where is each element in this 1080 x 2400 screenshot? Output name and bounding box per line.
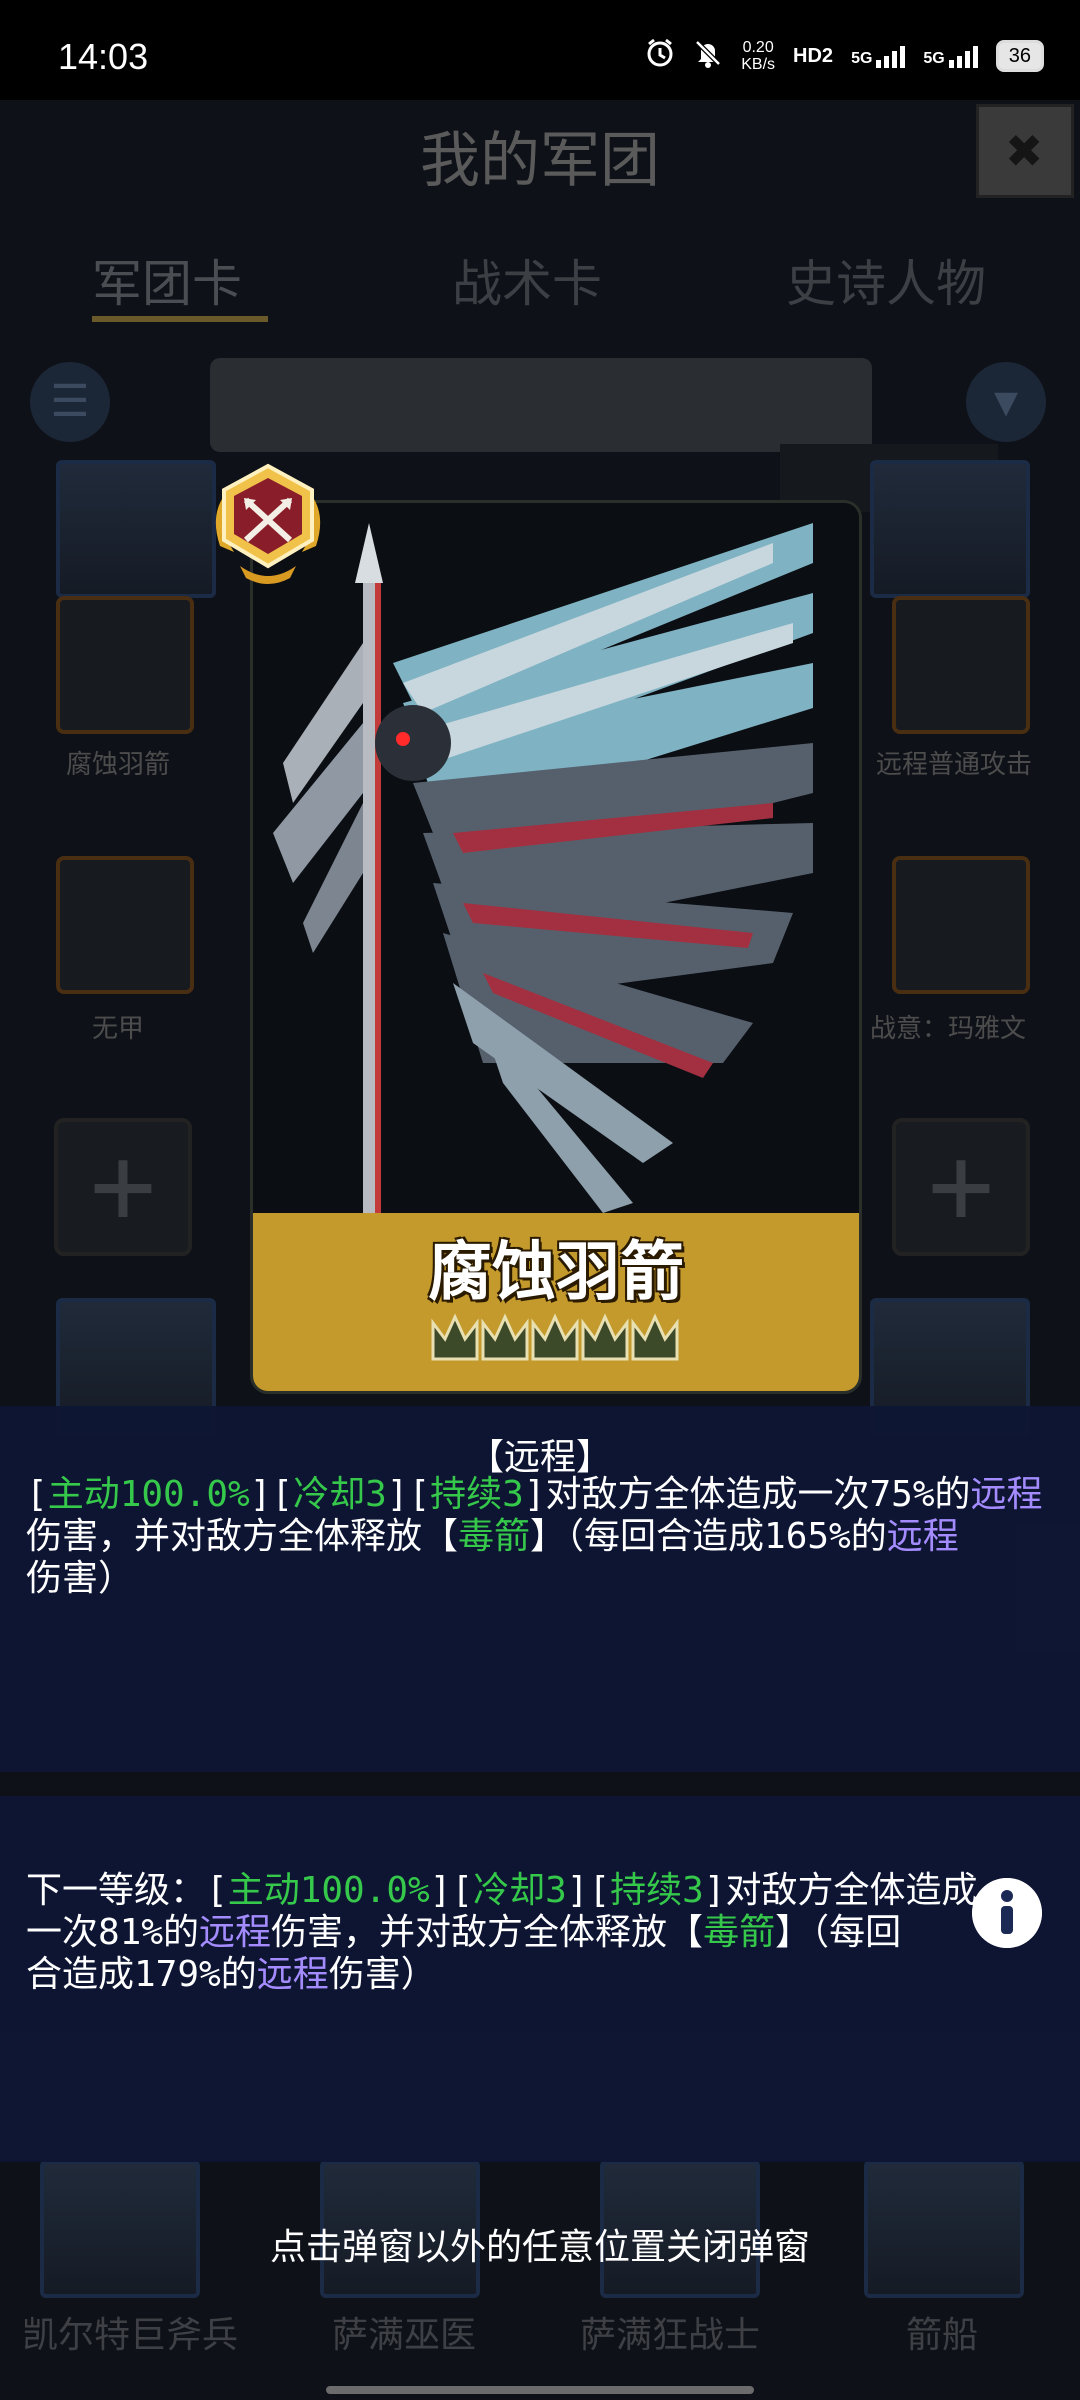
card-slot[interactable] bbox=[892, 856, 1030, 994]
keyword-duration: 持续3 bbox=[610, 1870, 704, 1911]
tab-epic-characters[interactable]: 史诗人物 bbox=[786, 244, 986, 316]
desc-text: ][ bbox=[386, 1474, 431, 1515]
keyword-cooldown: 冷却3 bbox=[293, 1474, 387, 1515]
crown-rating bbox=[431, 1313, 679, 1361]
card-label: 远程普通攻击 bbox=[876, 750, 1033, 780]
desc-text: ][ bbox=[566, 1870, 611, 1911]
search-input[interactable] bbox=[210, 358, 872, 452]
status-icons: 0.20 KB/s HD2 5G 5G 36 bbox=[645, 38, 1044, 74]
add-card-button[interactable]: + bbox=[54, 1118, 192, 1256]
keyword-ranged: 远程 bbox=[970, 1474, 1043, 1515]
card-name: 腐蚀羽箭 bbox=[428, 1236, 684, 1310]
next-level-description: 下一等级：[主动100.0%][冷却3][持续3]对敌方全体造成 一次81%的远… bbox=[26, 1870, 986, 1996]
signal-2-label: 5G bbox=[923, 50, 945, 67]
signal-1-label: 5G bbox=[851, 50, 873, 67]
card-slot[interactable] bbox=[870, 460, 1030, 598]
skill-type: 【远程】 bbox=[467, 1437, 612, 1478]
desc-text: [ bbox=[26, 1474, 48, 1515]
keyword-duration: 持续3 bbox=[430, 1474, 524, 1515]
desc-text: 】（每回合造成165%的 bbox=[530, 1516, 887, 1557]
tab-tactic-cards[interactable]: 战术卡 bbox=[452, 244, 602, 316]
battery-icon: 36 bbox=[995, 40, 1044, 72]
signal-bars-icon bbox=[876, 44, 906, 68]
net-speed: 0.20 KB/s bbox=[741, 39, 776, 73]
filter-icon[interactable]: ▼ bbox=[966, 362, 1046, 442]
keyword-ranged: 远程 bbox=[199, 1912, 272, 1953]
home-indicator[interactable] bbox=[326, 2386, 754, 2394]
crossed-arrows-icon bbox=[215, 463, 321, 584]
unit-label: 萨满巫医 bbox=[332, 2315, 477, 2356]
close-button[interactable]: ✖ bbox=[976, 104, 1074, 198]
page-title: 我的军团 bbox=[420, 126, 660, 196]
keyword-poison-arrow: 毒箭 bbox=[703, 1912, 776, 1953]
card-slot[interactable] bbox=[892, 596, 1030, 734]
signal-2: 5G bbox=[923, 44, 978, 68]
skill-card: 腐蚀羽箭 bbox=[250, 500, 862, 1394]
desc-text: 伤害） bbox=[328, 1954, 437, 1995]
desc-text: ][ bbox=[249, 1474, 294, 1515]
alarm-icon bbox=[645, 38, 675, 74]
bell-off-icon bbox=[693, 38, 723, 74]
tab-underline bbox=[92, 316, 268, 322]
desc-text: 伤害，并对敌方全体释放【 bbox=[26, 1516, 459, 1557]
keyword-ranged: 远程 bbox=[886, 1516, 959, 1557]
info-icon[interactable] bbox=[972, 1878, 1042, 1948]
card-label: 腐蚀羽箭 bbox=[66, 750, 171, 780]
signal-1: 5G bbox=[851, 44, 906, 68]
close-hint: 点击弹窗以外的任意位置关闭弹窗 bbox=[269, 2227, 810, 2268]
desc-text: ]对敌方全体造成一次75%的 bbox=[523, 1474, 971, 1515]
add-card-button[interactable]: + bbox=[892, 1118, 1030, 1256]
status-time: 14:03 bbox=[58, 36, 149, 77]
desc-text: 下一等级：[ bbox=[26, 1870, 228, 1911]
desc-text: 伤害） bbox=[26, 1558, 135, 1599]
skill-description: [主动100.0%][冷却3][持续3]对敌方全体造成一次75%的远程 伤害，并… bbox=[26, 1474, 1056, 1600]
list-icon[interactable]: ☰ bbox=[30, 362, 110, 442]
tab-legion-cards[interactable]: 军团卡 bbox=[92, 244, 242, 316]
keyword-cooldown: 冷却3 bbox=[473, 1870, 567, 1911]
keyword-ranged: 远程 bbox=[256, 1954, 329, 1995]
card-slot[interactable] bbox=[56, 460, 216, 598]
unit-label: 箭船 bbox=[906, 2315, 979, 2356]
desc-text: ][ bbox=[429, 1870, 474, 1911]
card-slot[interactable] bbox=[56, 596, 194, 734]
unit-label: 萨满狂战士 bbox=[580, 2315, 761, 2356]
keyword-active: 主动100.0% bbox=[47, 1474, 250, 1515]
keyword-active: 主动100.0% bbox=[227, 1870, 430, 1911]
keyword-poison-arrow: 毒箭 bbox=[458, 1516, 531, 1557]
unit-label: 凯尔特巨斧兵 bbox=[22, 2315, 239, 2356]
card-slot[interactable] bbox=[56, 856, 194, 994]
desc-text: 伤害，并对敌方全体释放【 bbox=[271, 1912, 704, 1953]
signal-bars-icon bbox=[948, 44, 978, 68]
card-label: 无甲 bbox=[92, 1014, 145, 1044]
hd-indicator: HD2 bbox=[793, 44, 834, 67]
card-label: 战意：玛雅文 bbox=[870, 1014, 1027, 1044]
